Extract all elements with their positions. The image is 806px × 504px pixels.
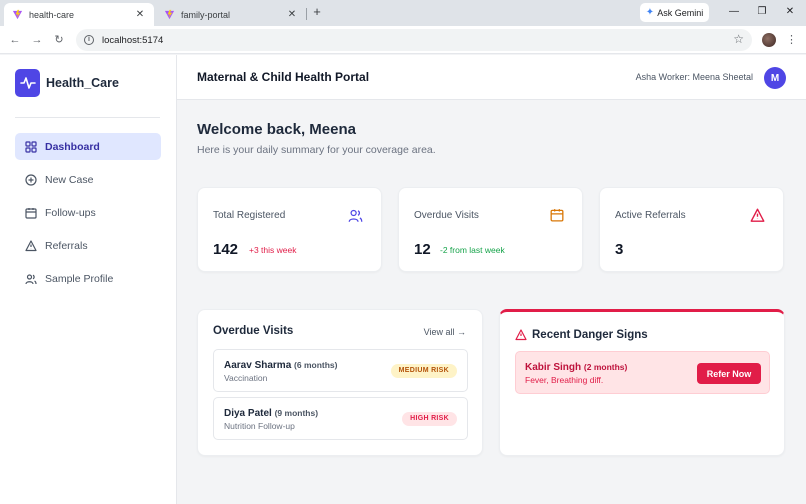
stat-value: 142 — [213, 241, 239, 258]
sidebar-item-referrals[interactable]: Referrals — [15, 232, 161, 259]
vite-logo-icon — [164, 9, 175, 20]
divider — [15, 117, 160, 118]
calendar-icon — [25, 207, 37, 219]
stat-delta: -2 from last week — [440, 245, 505, 255]
page-title: Maternal & Child Health Portal — [197, 70, 370, 84]
warning-icon — [750, 208, 765, 222]
arrow-right-icon: → — [457, 327, 466, 337]
sidebar-item-new-case[interactable]: New Case — [15, 166, 161, 193]
list-item[interactable]: Diya Patel (9 months) Nutrition Follow-u… — [213, 397, 468, 440]
app-header: Maternal & Child Health Portal Asha Work… — [177, 55, 806, 100]
panel-title: Overdue Visits — [213, 325, 294, 337]
stat-card-total-registered: Total Registered 142 +3 this week — [197, 187, 382, 272]
vite-logo-icon — [12, 9, 23, 20]
patient-name-text: Aarav Sharma — [224, 360, 292, 371]
sidebar-item-label: New Case — [45, 173, 94, 186]
patient-name: Kabir Singh (2 months) — [525, 362, 627, 373]
gemini-sparkle-icon: ✦ — [645, 7, 655, 18]
sidebar-item-label: Referrals — [45, 239, 88, 252]
patient-name-text: Diya Patel — [224, 408, 272, 419]
minimize-window-icon[interactable]: — — [726, 5, 742, 19]
stat-label: Total Registered — [213, 210, 286, 221]
patient-age: (2 months) — [583, 362, 628, 372]
stat-delta: +3 this week — [249, 245, 297, 255]
forward-arrow-icon[interactable]: → — [29, 32, 45, 48]
sidebar-item-label: Dashboard — [45, 140, 100, 153]
warning-icon — [25, 239, 37, 251]
browser-tab-family-portal[interactable]: family-portal ✕ — [156, 3, 306, 26]
sidebar-item-sample-profile[interactable]: Sample Profile — [15, 265, 161, 292]
back-arrow-icon[interactable]: ← — [7, 32, 23, 48]
sidebar-item-follow-ups[interactable]: Follow-ups — [15, 199, 161, 226]
brand[interactable]: Health_Care — [15, 69, 119, 97]
address-bar[interactable]: i localhost:5174 ☆ — [76, 29, 752, 51]
stat-card-active-referrals: Active Referrals 3 — [599, 187, 784, 272]
browser-tab-health-care[interactable]: health-care ✕ — [4, 3, 154, 26]
stat-value: 3 — [615, 241, 624, 258]
bookmark-star-icon[interactable]: ☆ — [733, 32, 744, 46]
patient-age: (6 months) — [294, 360, 338, 370]
new-tab-button[interactable]: + — [309, 4, 325, 20]
users-icon — [25, 273, 37, 284]
patient-name: Diya Patel (9 months) — [224, 408, 318, 419]
sidebar-item-dashboard[interactable]: Dashboard — [15, 133, 161, 160]
url-text: localhost:5174 — [102, 34, 164, 46]
status-badge: HIGH RISK — [402, 412, 457, 426]
ask-gemini-button[interactable]: ✦ Ask Gemini — [640, 3, 709, 22]
patient-age: (9 months) — [274, 408, 319, 418]
close-window-icon[interactable]: ✕ — [782, 5, 798, 19]
patient-name: Aarav Sharma (6 months) — [224, 360, 338, 371]
browser-tab-bar: health-care ✕ family-portal ✕ + ✦ Ask Ge… — [0, 0, 806, 26]
pulse-logo-icon — [15, 69, 40, 97]
stat-label: Active Referrals — [615, 210, 686, 221]
tab-separator — [306, 8, 307, 20]
visit-type: Nutrition Follow-up — [224, 421, 295, 431]
browser-toolbar: ← → ↻ i localhost:5174 ☆ ⋮ — [0, 26, 806, 54]
refer-now-button[interactable]: Refer Now — [697, 363, 761, 384]
panel-title: Recent Danger Signs — [515, 329, 648, 341]
grid-icon — [25, 140, 37, 153]
patient-name-text: Kabir Singh — [525, 362, 582, 373]
sidebar-item-label: Follow-ups — [45, 206, 96, 219]
stat-card-overdue-visits: Overdue Visits 12 -2 from last week — [398, 187, 583, 272]
plus-circle-icon — [25, 173, 37, 186]
danger-signs-text: Fever, Breathing diff. — [525, 375, 604, 385]
site-info-icon[interactable]: i — [84, 35, 94, 45]
overdue-visits-panel: Overdue Visits View all → Aarav Sharma (… — [197, 309, 483, 456]
stat-value: 12 — [414, 241, 431, 258]
close-tab-icon[interactable]: ✕ — [286, 9, 298, 20]
danger-signs-panel: Recent Danger Signs Kabir Singh (2 month… — [499, 309, 785, 456]
browser-profile-avatar[interactable] — [762, 33, 776, 47]
tab-title: family-portal — [181, 9, 231, 20]
panel-title-text: Recent Danger Signs — [532, 329, 648, 341]
sidebar: Health_Care Dashboard New Case Follow-up… — [0, 55, 177, 504]
avatar[interactable]: M — [764, 67, 786, 89]
welcome-heading: Welcome back, Meena — [197, 121, 356, 138]
visit-type: Vaccination — [224, 373, 268, 383]
close-tab-icon[interactable]: ✕ — [134, 9, 146, 20]
brand-name: Health_Care — [46, 76, 119, 90]
warning-icon — [515, 329, 527, 341]
calendar-icon — [550, 209, 564, 222]
tab-title: health-care — [29, 9, 75, 20]
reload-icon[interactable]: ↻ — [51, 32, 67, 48]
welcome-subtitle: Here is your daily summary for your cove… — [197, 144, 436, 156]
status-badge: MEDIUM RISK — [390, 364, 457, 378]
stat-label: Overdue Visits — [414, 210, 479, 221]
view-all-label: View all — [423, 327, 455, 337]
restore-window-icon[interactable]: ❐ — [754, 5, 770, 19]
view-all-link[interactable]: View all → — [424, 327, 466, 337]
browser-menu-icon[interactable]: ⋮ — [786, 32, 797, 48]
sidebar-item-label: Sample Profile — [45, 272, 114, 285]
list-item[interactable]: Aarav Sharma (6 months) Vaccination MEDI… — [213, 349, 468, 392]
list-item: Kabir Singh (2 months) Fever, Breathing … — [515, 351, 770, 394]
worker-name: Asha Worker: Meena Sheetal — [635, 72, 753, 82]
gemini-label: Ask Gemini — [657, 7, 704, 18]
users-icon — [348, 209, 363, 222]
